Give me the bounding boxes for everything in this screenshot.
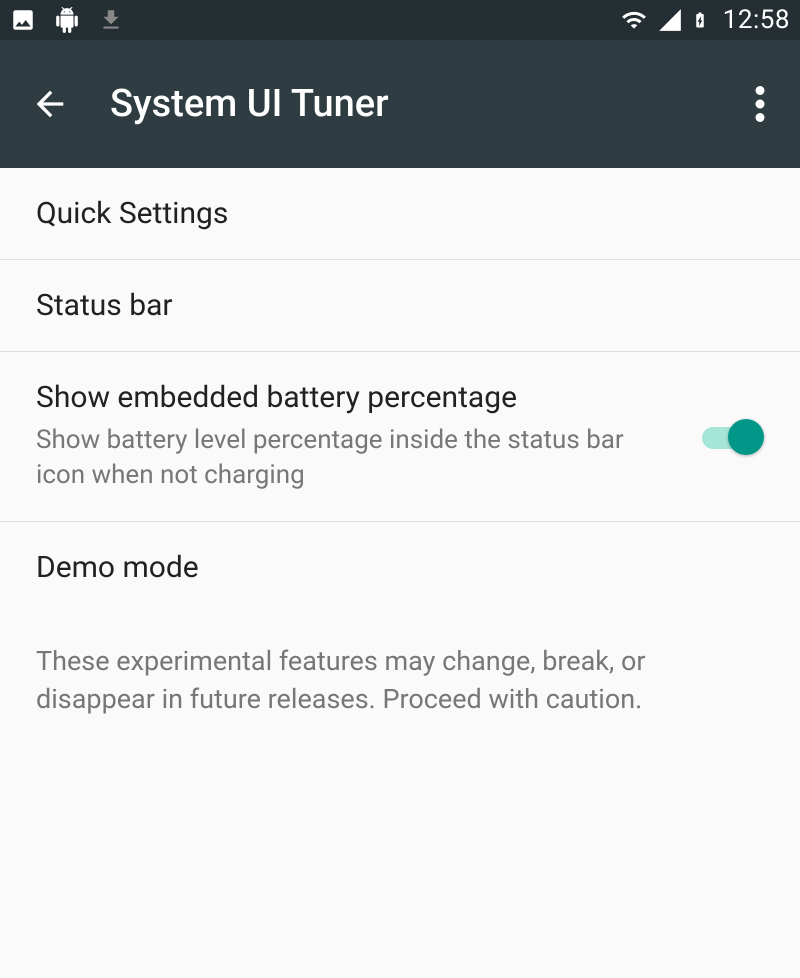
overflow-menu-button[interactable] [740,86,780,122]
item-title: Demo mode [36,550,764,585]
wifi-icon [619,7,649,33]
status-bar-item[interactable]: Status bar [0,260,800,352]
show-battery-percentage-item[interactable]: Show embedded battery percentage Show ba… [0,352,800,522]
item-subtitle: Show battery level percentage inside the… [36,423,636,493]
signal-icon [657,7,683,33]
battery-percentage-toggle[interactable] [702,419,764,455]
item-title: Quick Settings [36,196,764,231]
settings-list: Quick Settings Status bar Show embedded … [0,168,800,749]
app-bar: System UI Tuner [0,40,800,168]
back-button[interactable] [20,84,80,124]
status-bar: 12:58 [0,0,800,40]
footer-warning: These experimental features may change, … [0,613,800,749]
item-title: Show embedded battery percentage [36,380,702,415]
quick-settings-item[interactable]: Quick Settings [0,168,800,260]
page-title: System UI Tuner [110,82,740,126]
battery-charging-icon [691,6,709,34]
demo-mode-item[interactable]: Demo mode [0,522,800,613]
download-icon [98,7,124,33]
status-time: 12:58 [723,5,790,35]
image-icon [10,7,36,33]
android-icon [54,7,80,33]
item-title: Status bar [36,288,764,323]
